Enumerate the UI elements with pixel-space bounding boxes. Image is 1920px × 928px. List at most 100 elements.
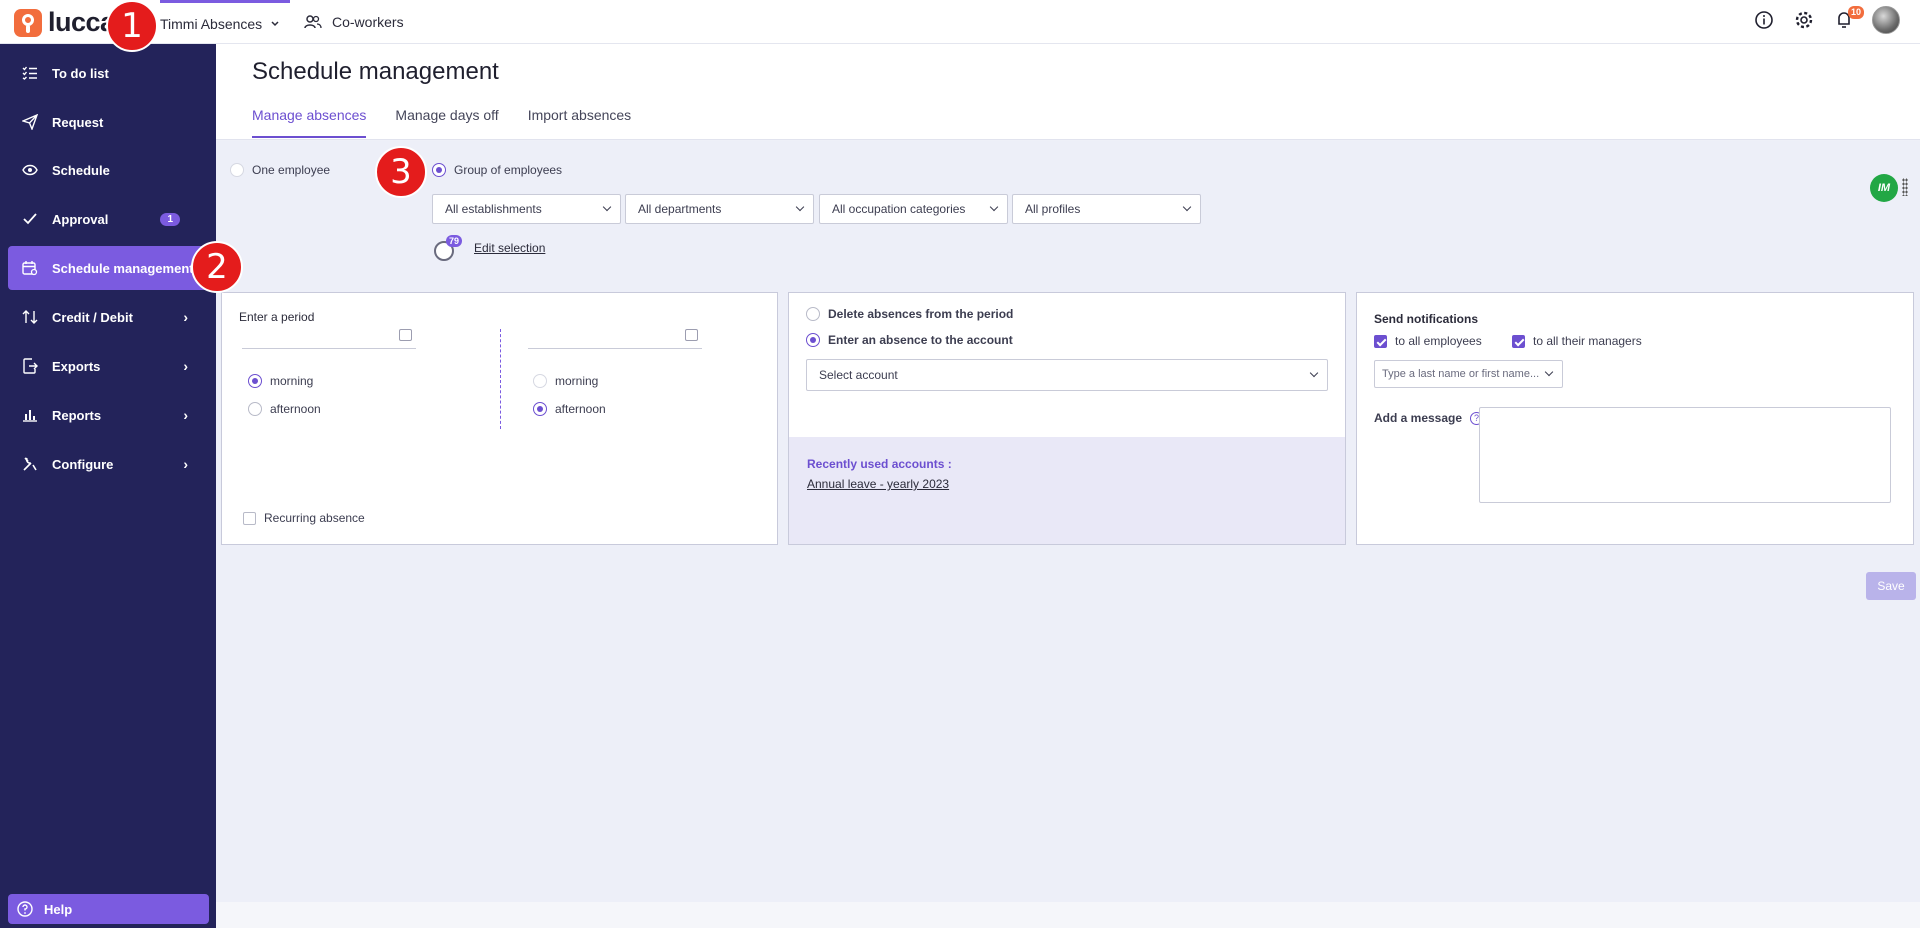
- logo-text: lucca: [48, 7, 115, 37]
- one-employee-label: One employee: [252, 163, 331, 177]
- lucca-logo[interactable]: lucca: [14, 7, 115, 38]
- end-date-input[interactable]: [528, 325, 702, 349]
- save-button[interactable]: Save: [1866, 572, 1916, 600]
- notify-employees-checkbox[interactable]: [1374, 334, 1387, 348]
- coworkers-link[interactable]: Co-workers: [304, 0, 404, 44]
- sidebar-item-credit-debit[interactable]: Credit / Debit ›: [8, 295, 210, 339]
- one-employee-option[interactable]: One employee: [230, 163, 330, 177]
- notifications-title: Send notifications: [1374, 312, 1479, 326]
- eye-icon: [20, 160, 40, 180]
- sidebar-item-reports[interactable]: Reports ›: [8, 393, 210, 437]
- departments-value: All departments: [638, 202, 722, 216]
- sidebar-item-approval[interactable]: Approval 1: [8, 197, 210, 241]
- footer-strip: [216, 902, 1920, 928]
- app-switcher[interactable]: Timmi Absences: [160, 0, 291, 44]
- group-of-employees-option[interactable]: Group of employees: [432, 163, 562, 177]
- end-afternoon-option[interactable]: afternoon: [533, 402, 606, 416]
- sidebar-item-label: Exports: [52, 358, 101, 374]
- enter-absence-label: Enter an absence to the account: [828, 333, 1013, 347]
- end-morning-option[interactable]: morning: [533, 374, 598, 388]
- profiles-value: All profiles: [1025, 202, 1081, 216]
- approval-count-badge: 1: [160, 212, 180, 226]
- sidebar: To do list Request Schedule Approval 1 S…: [0, 44, 216, 928]
- tab-manage-absences[interactable]: Manage absences: [252, 107, 367, 138]
- sidebar-item-label: Schedule management: [52, 260, 194, 276]
- select-account-dropdown[interactable]: Select account: [806, 359, 1328, 391]
- period-card: Enter a period morning afternoon morning…: [221, 292, 778, 545]
- avatar[interactable]: [1872, 6, 1900, 34]
- start-morning-label: morning: [270, 374, 314, 388]
- chevron-right-icon: ›: [183, 407, 188, 423]
- delete-absences-radio[interactable]: [806, 307, 820, 321]
- tab-bar: Manage absences Manage days off Import a…: [252, 107, 631, 138]
- group-of-employees-radio[interactable]: [432, 163, 446, 177]
- recipient-name-placeholder: Type a last name or first name...: [1382, 368, 1540, 380]
- sidebar-item-label: Credit / Debit: [52, 309, 133, 325]
- message-textarea[interactable]: [1479, 407, 1891, 503]
- establishments-value: All establishments: [445, 202, 542, 216]
- delete-absences-option[interactable]: Delete absences from the period: [806, 307, 1013, 321]
- sidebar-item-schedule-management[interactable]: Schedule management: [8, 246, 210, 290]
- sidebar-item-exports[interactable]: Exports ›: [8, 344, 210, 388]
- period-divider: [500, 329, 501, 429]
- notify-managers-option[interactable]: to all their managers: [1512, 334, 1642, 348]
- departments-select[interactable]: All departments: [625, 194, 814, 224]
- end-morning-radio[interactable]: [533, 374, 547, 388]
- enter-absence-radio[interactable]: [806, 333, 820, 347]
- recurring-absence-option[interactable]: Recurring absence: [243, 511, 365, 525]
- recurring-absence-label: Recurring absence: [264, 511, 365, 525]
- sidebar-item-request[interactable]: Request: [8, 100, 210, 144]
- notify-employees-option[interactable]: to all employees: [1374, 334, 1482, 348]
- start-morning-radio[interactable]: [248, 374, 262, 388]
- chevron-down-icon: [1309, 368, 1319, 378]
- top-bar: lucca Timmi Absences Co-workers 10: [0, 0, 1920, 44]
- occupation-categories-select[interactable]: All occupation categories: [819, 194, 1008, 224]
- recipient-name-input[interactable]: Type a last name or first name...: [1374, 360, 1563, 388]
- one-employee-radio[interactable]: [230, 163, 244, 177]
- notify-managers-checkbox[interactable]: [1512, 334, 1525, 348]
- sidebar-item-schedule[interactable]: Schedule: [8, 148, 210, 192]
- absence-card: Delete absences from the period Enter an…: [788, 292, 1346, 545]
- start-morning-option[interactable]: morning: [248, 374, 313, 388]
- recurring-absence-checkbox[interactable]: [243, 511, 256, 525]
- start-date-input[interactable]: [242, 325, 416, 349]
- calendar-icon[interactable]: [399, 329, 412, 341]
- info-icon[interactable]: [1752, 8, 1776, 32]
- lucca-logo-icon: [14, 8, 42, 37]
- help-button[interactable]: Help: [8, 894, 209, 924]
- start-afternoon-option[interactable]: afternoon: [248, 402, 321, 416]
- sidebar-item-label: Approval: [52, 211, 109, 227]
- page-title: Schedule management: [252, 58, 499, 85]
- calendar-settings-icon: [20, 258, 40, 278]
- edit-selection-link[interactable]: Edit selection: [474, 241, 545, 255]
- tab-manage-days-off[interactable]: Manage days off: [395, 107, 498, 138]
- notify-managers-label: to all their managers: [1533, 334, 1642, 348]
- start-afternoon-radio[interactable]: [248, 402, 262, 416]
- sidebar-item-label: Configure: [52, 456, 114, 472]
- main-content: One employee Group of employees All esta…: [216, 141, 1920, 902]
- notifications-icon[interactable]: 10: [1832, 6, 1864, 32]
- enter-absence-option[interactable]: Enter an absence to the account: [806, 333, 1013, 347]
- tab-import-absences[interactable]: Import absences: [528, 107, 632, 138]
- annotation-marker-2: 2: [191, 241, 243, 293]
- sidebar-item-label: Schedule: [52, 162, 110, 178]
- sidebar-item-todo[interactable]: To do list: [8, 51, 210, 95]
- annotation-marker-3: 3: [375, 146, 427, 198]
- sidebar-item-configure[interactable]: Configure ›: [8, 442, 210, 486]
- sidebar-item-label: Request: [52, 114, 104, 130]
- calendar-icon[interactable]: [685, 329, 698, 341]
- notify-employees-label: to all employees: [1395, 334, 1482, 348]
- chevron-down-icon: [1544, 367, 1554, 377]
- coworkers-label: Co-workers: [332, 14, 404, 30]
- profiles-select[interactable]: All profiles: [1012, 194, 1201, 224]
- establishments-select[interactable]: All establishments: [432, 194, 621, 224]
- gear-icon[interactable]: [1792, 8, 1816, 32]
- help-label: Help: [44, 901, 73, 917]
- im-extension-icon[interactable]: IM: [1870, 174, 1898, 202]
- chevron-down-icon: [602, 202, 612, 212]
- start-afternoon-label: afternoon: [270, 402, 321, 416]
- drag-handle-icon[interactable]: [1902, 178, 1908, 196]
- end-afternoon-radio[interactable]: [533, 402, 547, 416]
- recent-account-link[interactable]: Annual leave - yearly 2023: [807, 477, 949, 491]
- chevron-down-icon: [1182, 202, 1192, 212]
